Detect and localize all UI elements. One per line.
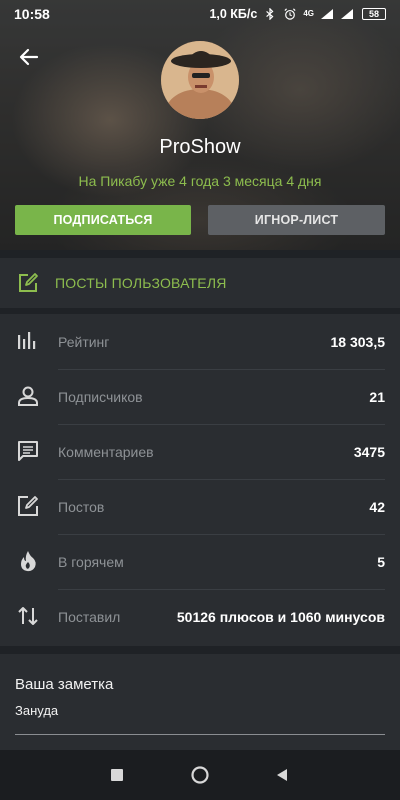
stat-value: 21 [369, 389, 385, 405]
stat-value: 18 303,5 [330, 334, 386, 350]
comment-icon [18, 441, 38, 461]
bluetooth-icon [266, 8, 274, 20]
rating-bars-icon [18, 332, 36, 349]
circle-icon [191, 766, 209, 784]
stat-row-posts[interactable]: Постов 42 [0, 479, 400, 534]
home-button[interactable] [190, 765, 210, 785]
username: ProShow [159, 136, 241, 158]
signal-icon [321, 9, 333, 19]
note-underline [15, 734, 385, 735]
edit-icon [19, 273, 38, 292]
user-posts-link[interactable]: ПОСТЫ ПОЛЬЗОВАТЕЛЯ [0, 258, 400, 308]
status-bar: 10:58 1,0 КБ/с 4G 58 [0, 0, 400, 28]
system-nav-bar [0, 750, 400, 800]
alarm-icon [284, 8, 296, 20]
stat-value: 3475 [353, 444, 385, 460]
stat-row-hot[interactable]: В горячем 5 [0, 534, 400, 589]
arrows-updown-icon [18, 607, 38, 625]
user-posts-label: ПОСТЫ ПОЛЬЗОВАТЕЛЯ [55, 275, 227, 291]
status-icons: 1,0 КБ/с 4G 58 [209, 7, 386, 21]
signal-icon-2 [341, 9, 353, 19]
recents-button[interactable] [107, 765, 127, 785]
network-speed: 1,0 КБ/с [209, 7, 258, 21]
flame-icon [21, 551, 36, 572]
note-title: Ваша заметка [15, 676, 114, 693]
stat-row-comments[interactable]: Комментариев 3475 [0, 424, 400, 479]
stat-row-votes: Поставил 50126 плюсов и 1060 минусов [0, 589, 400, 644]
edit-icon [18, 496, 38, 516]
status-time: 10:58 [14, 6, 50, 22]
note-input[interactable]: Зануда [15, 703, 58, 718]
avatar-picture [161, 41, 239, 119]
arrow-back-icon [19, 48, 39, 66]
stat-row-subscribers[interactable]: Подписчиков 21 [0, 369, 400, 424]
stat-label: В горячем [58, 554, 124, 570]
battery-indicator: 58 [362, 8, 386, 20]
square-icon [111, 769, 123, 781]
person-icon [18, 386, 38, 406]
back-nav-button[interactable] [272, 765, 292, 785]
back-button[interactable] [14, 42, 44, 72]
stat-label: Комментариев [58, 444, 154, 460]
user-note: Ваша заметка Зануда [0, 654, 400, 750]
triangle-back-icon [277, 769, 287, 781]
stat-label: Рейтинг [58, 334, 110, 350]
stat-value: 50126 плюсов и 1060 минусов [176, 609, 385, 625]
stat-label: Подписчиков [58, 389, 143, 405]
network-type: 4G [303, 9, 314, 18]
stat-label: Поставил [58, 609, 121, 625]
stat-label: Постов [58, 499, 105, 515]
stat-value: 42 [369, 499, 385, 515]
stats-list: Рейтинг 18 303,5 Подписчиков 21 Коммента… [0, 314, 400, 646]
ignore-list-button[interactable]: ИГНОР-ЛИСТ [208, 205, 385, 235]
stat-value: 5 [377, 554, 385, 570]
member-since: На Пикабу уже 4 года 3 месяца 4 дня [78, 173, 322, 189]
stat-row-rating: Рейтинг 18 303,5 [0, 314, 400, 369]
avatar [161, 41, 239, 119]
subscribe-button[interactable]: ПОДПИСАТЬСЯ [15, 205, 191, 235]
